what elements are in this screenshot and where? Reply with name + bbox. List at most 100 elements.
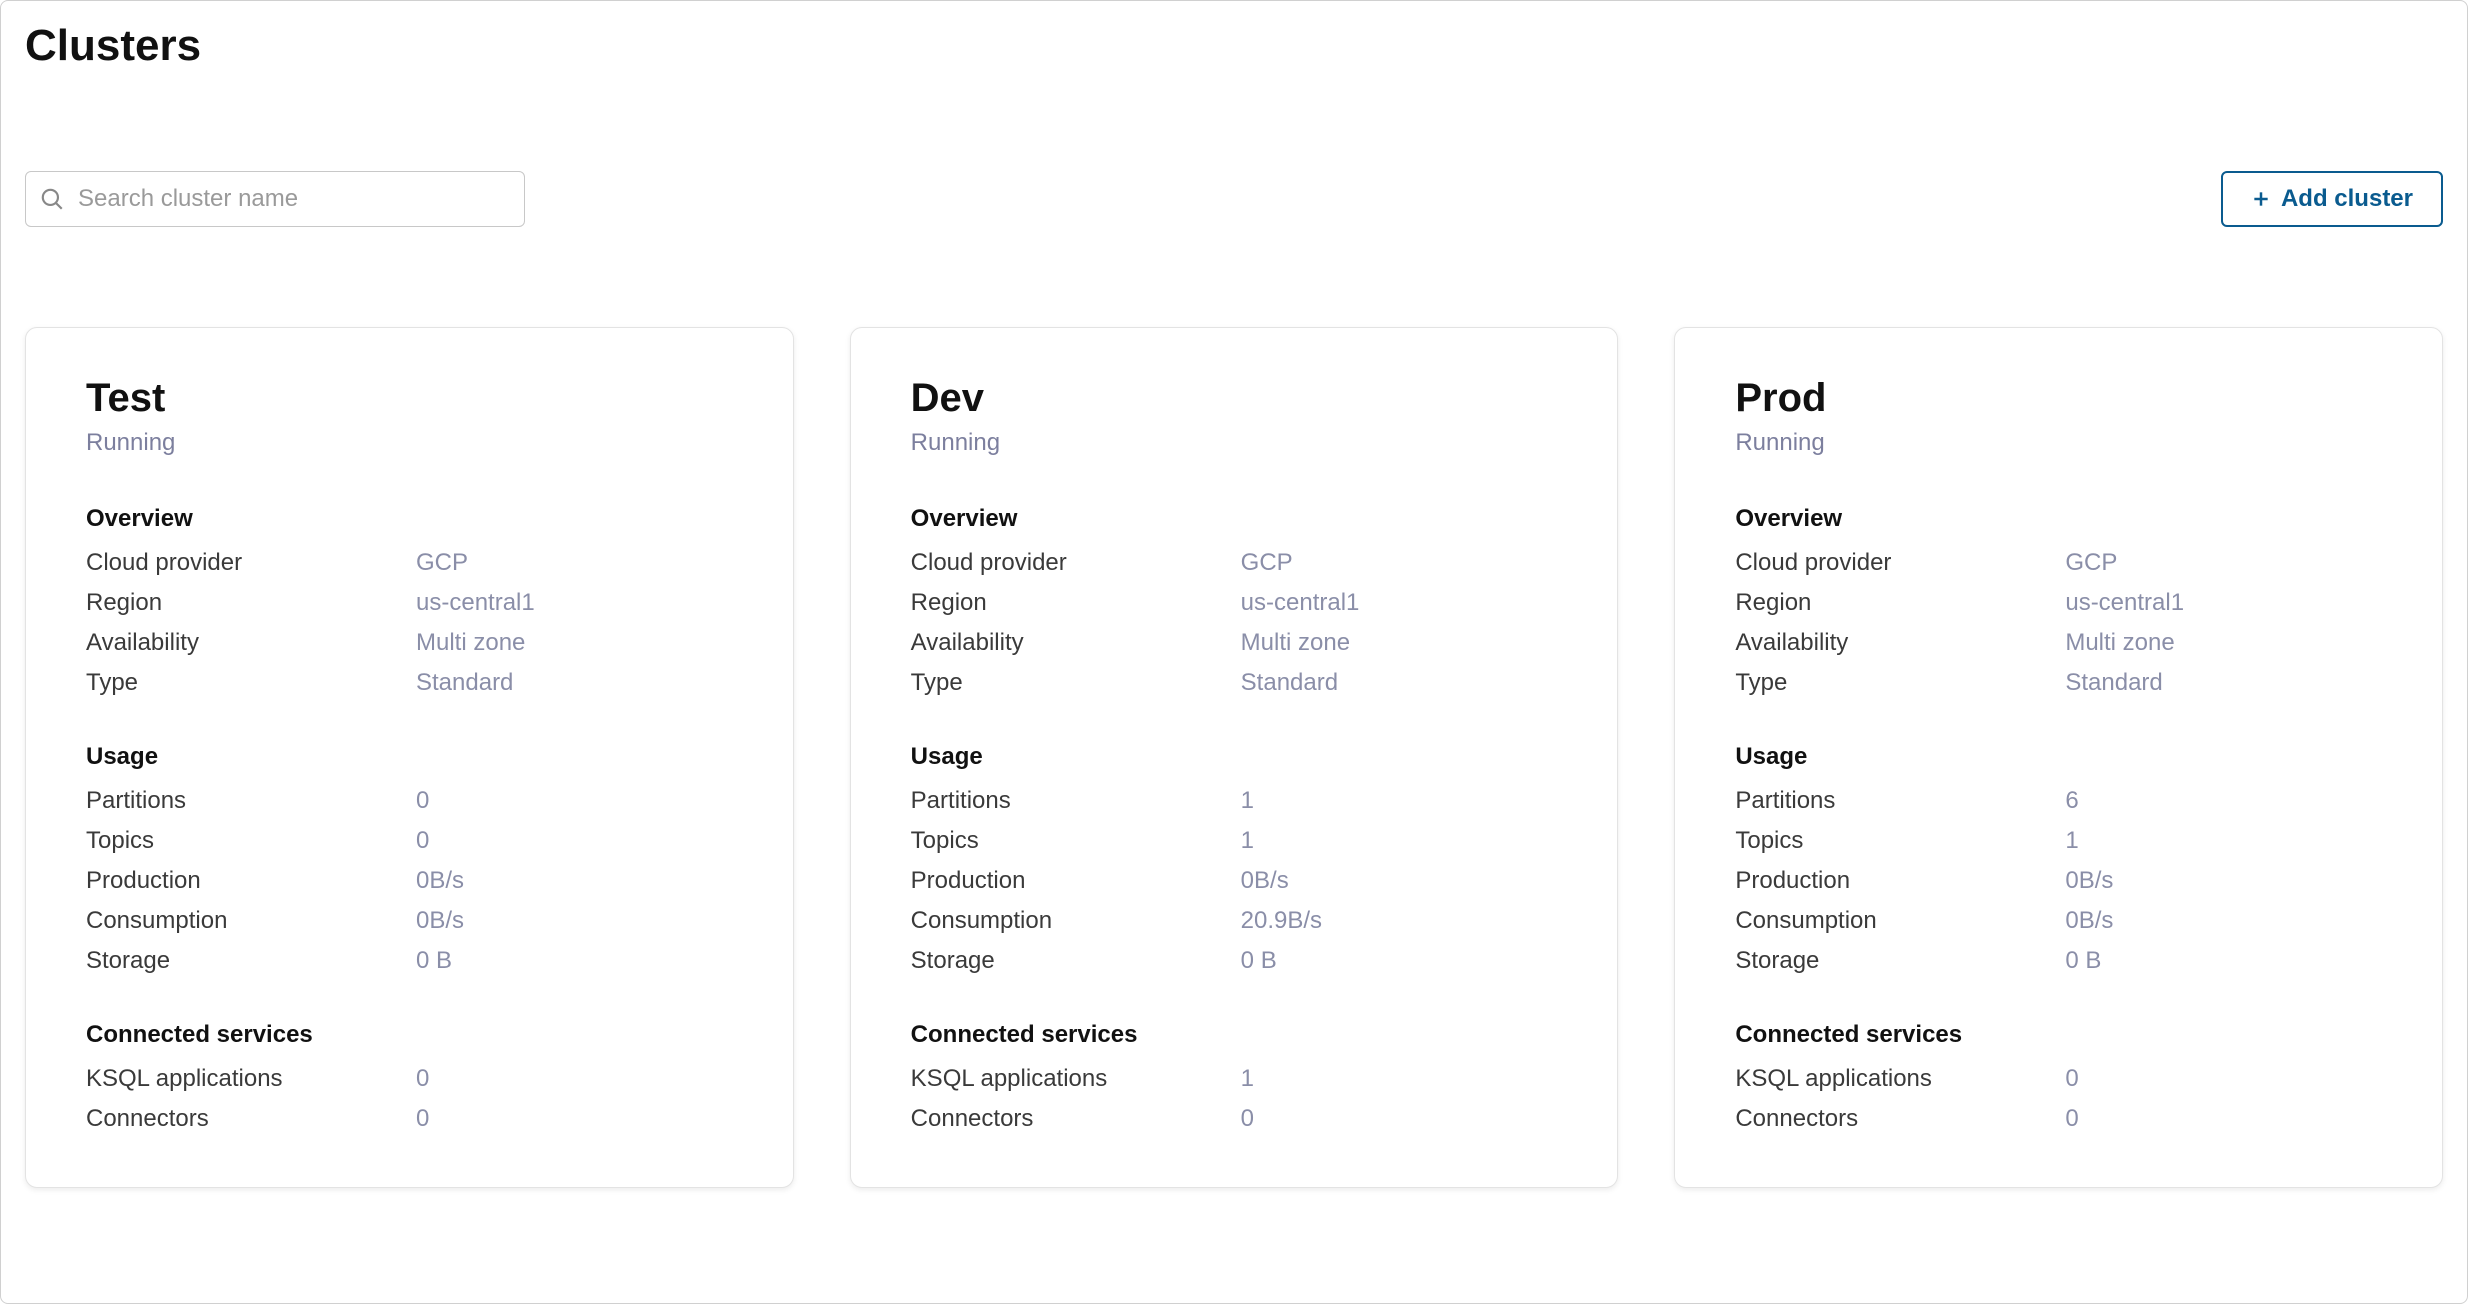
row-value: GCP	[1241, 549, 1293, 577]
row-ksql-applications: KSQL applications0	[86, 1059, 733, 1099]
row-label: Cloud provider	[1735, 549, 2065, 577]
row-value: 1	[1241, 787, 1254, 815]
row-type: TypeStandard	[1735, 663, 2382, 703]
row-label: Topics	[86, 827, 416, 855]
add-cluster-button[interactable]: Add cluster	[2221, 171, 2443, 227]
row-value: 6	[2065, 787, 2078, 815]
section-overview: Overview	[1735, 505, 2382, 533]
row-connectors: Connectors0	[911, 1099, 1558, 1139]
row-production: Production0B/s	[86, 861, 733, 901]
row-label: Topics	[911, 827, 1241, 855]
row-label: Availability	[1735, 629, 2065, 657]
row-partitions: Partitions0	[86, 781, 733, 821]
toolbar: Add cluster	[25, 171, 2443, 227]
section-connected-services: Connected services	[86, 1021, 733, 1049]
cluster-status: Running	[86, 429, 733, 457]
row-value: Multi zone	[416, 629, 525, 657]
row-region: Regionus-central1	[1735, 583, 2382, 623]
row-storage: Storage0 B	[86, 941, 733, 981]
row-value: 1	[1241, 1065, 1254, 1093]
row-ksql-applications: KSQL applications1	[911, 1059, 1558, 1099]
search-input[interactable]	[25, 171, 525, 227]
row-label: KSQL applications	[86, 1065, 416, 1093]
plus-icon	[2251, 189, 2271, 209]
add-cluster-label: Add cluster	[2281, 185, 2413, 213]
row-availability: AvailabilityMulti zone	[86, 623, 733, 663]
row-value: 1	[1241, 827, 1254, 855]
row-label: Partitions	[1735, 787, 2065, 815]
row-region: Regionus-central1	[911, 583, 1558, 623]
cluster-card[interactable]: DevRunningOverviewCloud providerGCPRegio…	[850, 327, 1619, 1188]
row-value: 0 B	[2065, 947, 2101, 975]
row-availability: AvailabilityMulti zone	[911, 623, 1558, 663]
cluster-cards: TestRunningOverviewCloud providerGCPRegi…	[25, 327, 2443, 1188]
row-value: 0	[416, 787, 429, 815]
row-cloud-provider: Cloud providerGCP	[86, 543, 733, 583]
row-label: KSQL applications	[1735, 1065, 2065, 1093]
row-connectors: Connectors0	[1735, 1099, 2382, 1139]
section-usage: Usage	[911, 743, 1558, 771]
row-label: Availability	[86, 629, 416, 657]
row-value: 0	[1241, 1105, 1254, 1133]
search-wrap	[25, 171, 525, 227]
cluster-status: Running	[1735, 429, 2382, 457]
row-value: 0	[2065, 1065, 2078, 1093]
row-label: Cloud provider	[86, 549, 416, 577]
row-label: Production	[1735, 867, 2065, 895]
row-label: Connectors	[86, 1105, 416, 1133]
row-production: Production0B/s	[1735, 861, 2382, 901]
row-label: Connectors	[1735, 1105, 2065, 1133]
cluster-card[interactable]: Prod Running Overview Cloud providerGCPRegi…	[1674, 327, 2443, 1188]
row-value: 0	[416, 1105, 429, 1133]
row-value: GCP	[416, 549, 468, 577]
row-value: Standard	[2065, 669, 2162, 697]
cluster-name: Test	[86, 376, 733, 421]
row-storage: Storage0 B	[1735, 941, 2382, 981]
row-value: 0B/s	[1241, 867, 1289, 895]
row-label: Region	[911, 589, 1241, 617]
row-label: Consumption	[86, 907, 416, 935]
row-value: 0B/s	[2065, 907, 2113, 935]
row-value: 0	[2065, 1105, 2078, 1133]
row-cloud-provider: Cloud providerGCP	[911, 543, 1558, 583]
page-title: Clusters	[25, 21, 2443, 71]
row-topics: Topics1	[1735, 821, 2382, 861]
row-value: 0	[416, 1065, 429, 1093]
section-connected-services: Connected services	[1735, 1021, 2382, 1049]
row-label: Availability	[911, 629, 1241, 657]
section-connected-services: Connected services	[911, 1021, 1558, 1049]
row-label: Connectors	[911, 1105, 1241, 1133]
cluster-name: Dev	[911, 376, 1558, 421]
row-cloud-provider: Cloud providerGCP	[1735, 543, 2382, 583]
cluster-name: Prod	[1735, 376, 2382, 421]
row-value: Multi zone	[1241, 629, 1350, 657]
row-label: Type	[86, 669, 416, 697]
cluster-card[interactable]: TestRunningOverviewCloud providerGCPRegi…	[25, 327, 794, 1188]
row-ksql-applications: KSQL applications0	[1735, 1059, 2382, 1099]
row-consumption: Consumption0B/s	[1735, 901, 2382, 941]
row-availability: AvailabilityMulti zone	[1735, 623, 2382, 663]
row-partitions: Partitions1	[911, 781, 1558, 821]
section-overview: Overview	[86, 505, 733, 533]
row-consumption: Consumption20.9B/s	[911, 901, 1558, 941]
section-overview: Overview	[911, 505, 1558, 533]
row-value: Standard	[1241, 669, 1338, 697]
row-type: TypeStandard	[911, 663, 1558, 703]
row-value: 0B/s	[2065, 867, 2113, 895]
row-value: us-central1	[1241, 589, 1360, 617]
cluster-status: Running	[911, 429, 1558, 457]
row-value: us-central1	[2065, 589, 2184, 617]
row-value: 0	[416, 827, 429, 855]
row-label: Production	[911, 867, 1241, 895]
row-partitions: Partitions6	[1735, 781, 2382, 821]
row-value: 0B/s	[416, 907, 464, 935]
row-label: Storage	[911, 947, 1241, 975]
row-label: Production	[86, 867, 416, 895]
row-label: Cloud provider	[911, 549, 1241, 577]
row-value: us-central1	[416, 589, 535, 617]
clusters-page: Clusters Add cluster Test Running Overview…	[1, 1, 2467, 1208]
row-production: Production0B/s	[911, 861, 1558, 901]
row-consumption: Consumption0B/s	[86, 901, 733, 941]
row-label: Partitions	[86, 787, 416, 815]
row-label: Topics	[1735, 827, 2065, 855]
